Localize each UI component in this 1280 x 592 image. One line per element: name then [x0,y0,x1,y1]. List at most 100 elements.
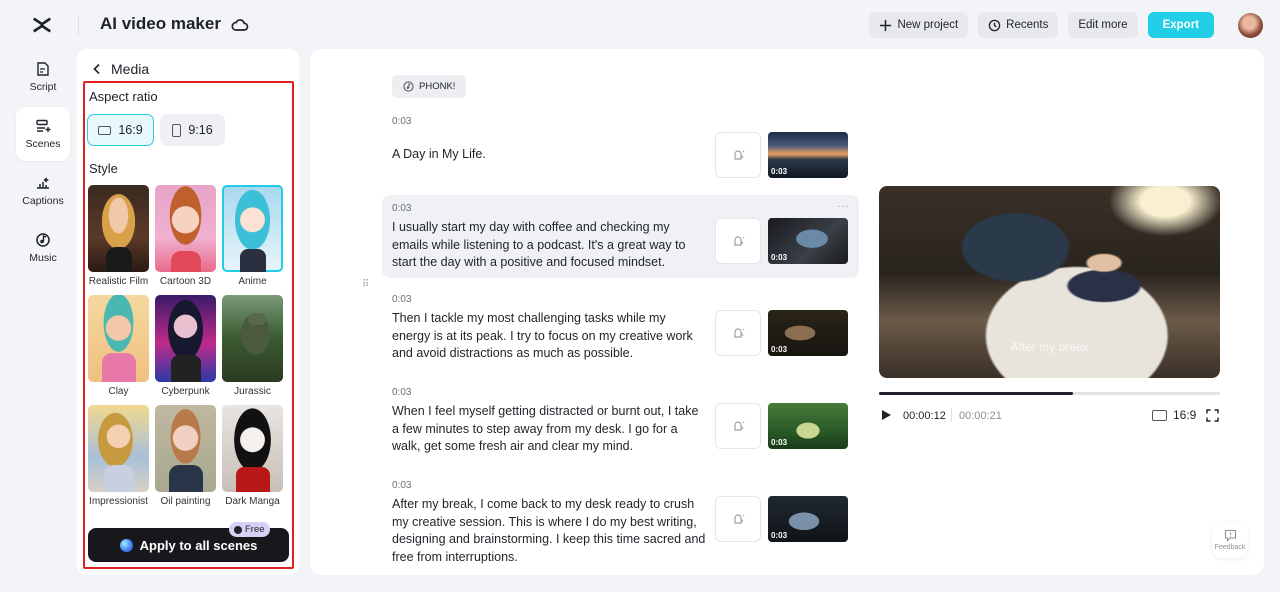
scene-text[interactable]: A Day in My Life. [392,146,707,164]
voice-button[interactable] [715,310,761,356]
edit-more-button[interactable]: Edit more [1068,12,1138,38]
cloud-icon[interactable] [230,15,250,35]
credit-icon [234,525,242,534]
style-thumb [88,405,149,492]
scene-duration: 0:03 [392,294,412,305]
scene-thumbnail[interactable]: 0:03 [768,132,848,178]
nav-script-label: Script [29,81,57,93]
media-title: Media [111,61,150,77]
progress-fill [879,392,1074,395]
capcut-logo-icon[interactable] [31,14,53,36]
play-icon[interactable] [880,409,892,421]
thumb-duration: 0:03 [771,167,788,176]
ratio-16-9-label: 16:9 [118,123,143,137]
scene-row[interactable]: 0:03 ··· I usually start my day with cof… [382,195,859,278]
ratio-16-9-button[interactable]: 16:9 [87,114,154,146]
style-thumb [88,295,149,382]
nav-rail: Script Scenes Captions Music [16,50,72,278]
voice-button[interactable] [715,132,761,178]
recents-button[interactable]: Recents [978,12,1059,38]
style-dark-manga[interactable]: Dark Manga [222,405,283,515]
music-tag[interactable]: PHONK! [392,75,467,98]
voice-icon [734,150,745,160]
chevron-left-icon[interactable] [91,63,103,75]
style-cyberpunk[interactable]: Cyberpunk [155,295,216,405]
nav-scenes[interactable]: Scenes [16,107,70,161]
scene-thumbnail[interactable]: 0:03 [768,496,848,542]
style-thumb [155,405,216,492]
style-oil-painting[interactable]: Oil painting [155,405,216,515]
aspect-ratio-value: 16:9 [1173,408,1197,422]
edit-more-label: Edit more [1078,19,1128,31]
apply-label: Apply to all scenes [139,537,258,553]
voice-button[interactable] [715,403,761,449]
nav-script[interactable]: Script [16,50,70,104]
media-header[interactable]: Media [91,61,149,77]
new-project-label: New project [897,19,959,31]
media-panel: Media Aspect ratio 16:9 9:16 Style Reali… [77,49,299,575]
scene-duration: 0:03 [392,480,412,491]
top-bar: AI video maker New project Recents Edit … [0,0,1280,50]
style-name: Cyberpunk [161,386,210,397]
voice-button[interactable] [715,496,761,542]
style-jurassic[interactable]: Jurassic [222,295,283,405]
landscape-icon [1152,409,1167,421]
aspect-ratio-label: Aspect ratio [89,89,158,104]
thumb-duration: 0:03 [771,253,788,262]
style-name: Realistic Film [88,276,149,287]
style-cartoon-3d[interactable]: Cartoon 3D [155,185,216,295]
video-preview[interactable]: After my break [879,186,1220,378]
scene-text[interactable]: I usually start my day with coffee and c… [392,219,707,272]
scene-row[interactable]: 0:03 When I feel myself getting distract… [382,387,859,467]
more-icon[interactable]: ··· [837,201,850,212]
style-name: Oil painting [160,496,211,507]
avatar[interactable] [1238,13,1263,38]
feedback-icon [1224,529,1236,542]
fullscreen-icon[interactable] [1206,409,1219,422]
ratio-9-16-button[interactable]: 9:16 [160,114,225,146]
nav-music-label: Music [29,252,57,264]
scene-thumbnail[interactable]: 0:03 [768,218,848,264]
scene-row[interactable]: 0:03 Then I tackle my most challenging t… [382,294,859,374]
scene-thumbnail[interactable]: 0:03 [768,403,848,449]
thumb-duration: 0:03 [771,531,788,540]
style-label: Style [89,161,118,176]
recents-label: Recents [1006,19,1049,31]
new-project-button[interactable]: New project [869,12,969,38]
feedback-button[interactable]: Feedback [1212,522,1248,558]
progress-bar[interactable] [879,392,1220,395]
style-thumb [88,185,149,272]
style-anime[interactable]: Anime [222,185,283,295]
scene-duration: 0:03 [392,116,412,127]
aspect-ratio-indicator[interactable]: 16:9 [1152,408,1196,422]
captions-icon [37,177,49,189]
drag-handle-icon[interactable]: ⠿ [362,279,376,297]
style-name: Dark Manga [225,496,280,507]
style-name: Impressionist [89,496,148,507]
voice-icon [734,236,745,246]
thumb-duration: 0:03 [771,438,788,447]
style-realistic-film[interactable]: Realistic Film [88,185,149,295]
nav-music[interactable]: Music [16,221,70,275]
export-button[interactable]: Export [1147,12,1214,38]
style-clay[interactable]: Clay [88,295,149,405]
scene-row[interactable]: 0:03 A Day in My Life. 0:03 [382,111,859,183]
style-impressionist[interactable]: Impressionist [88,405,149,515]
style-thumb [222,405,283,492]
divider [78,15,79,35]
scene-thumbnail[interactable]: 0:03 [768,310,848,356]
scene-row[interactable]: 0:03 After my break, I come back to my d… [382,480,859,570]
scene-text[interactable]: Then I tackle my most challenging tasks … [392,310,707,363]
music-tag-label: PHONK! [419,81,456,92]
scene-text[interactable]: When I feel myself getting distracted or… [392,403,707,456]
clock-icon [988,19,1001,31]
voice-button[interactable] [715,218,761,264]
nav-scenes-label: Scenes [25,138,61,150]
music-icon [36,233,50,247]
scene-text[interactable]: After my break, I come back to my desk r… [392,496,707,566]
portrait-icon [172,123,182,137]
nav-captions[interactable]: Captions [16,164,70,218]
style-grid: Realistic Film Cartoon 3D Anime Clay Cyb… [88,185,288,515]
plus-icon [880,19,892,31]
nav-captions-label: Captions [22,195,64,207]
